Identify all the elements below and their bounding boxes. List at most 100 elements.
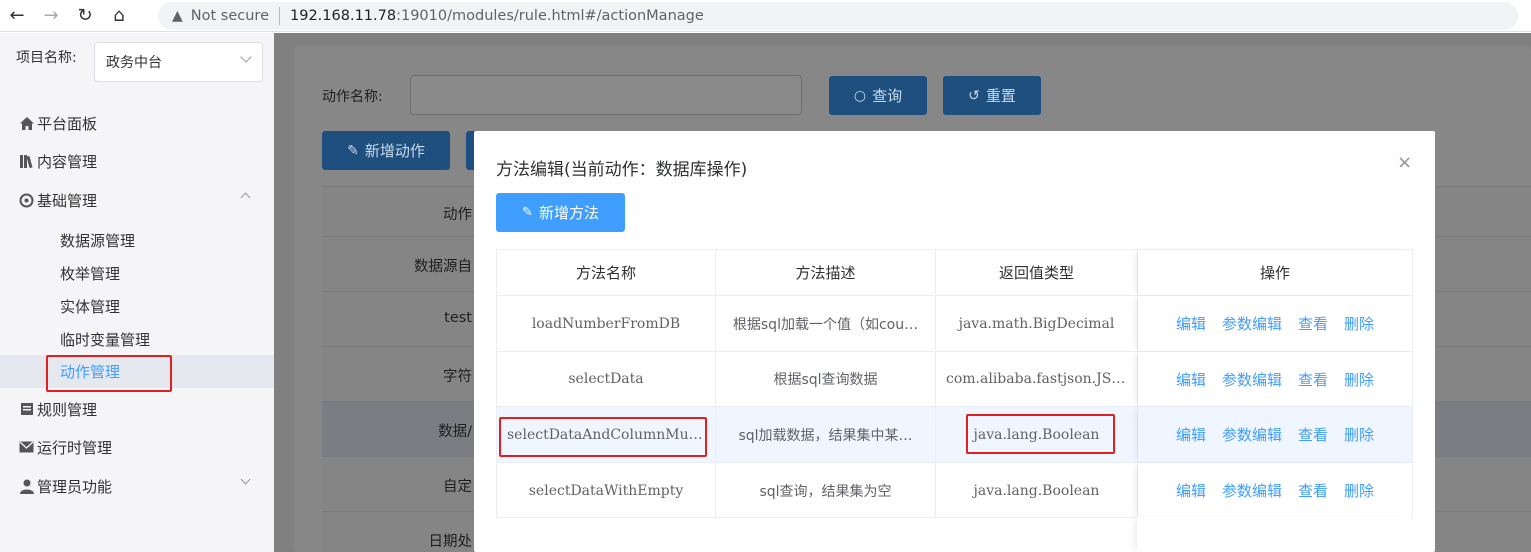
table-cell: 日期处 (428, 534, 473, 550)
header-return-type: 返回值类型 (936, 250, 1138, 295)
url-host: 192.168.11.78 (290, 7, 397, 24)
highlight-box-return-type (966, 414, 1115, 454)
table-cell: 自定 (443, 479, 472, 495)
action-name-input[interactable] (410, 75, 802, 115)
add-action-label: 新增动作 (364, 142, 425, 160)
param-edit-link[interactable]: 参数编辑 (1222, 313, 1282, 334)
sidebar-item-entity[interactable]: 实体管理 (0, 290, 274, 323)
mail-icon (18, 439, 35, 456)
operations-cell: 编辑 参数编辑 查看 删除 (1138, 296, 1412, 351)
browser-toolbar: ← → ↻ ⌂ ▲ Not secure 192.168.11.78 :1901… (0, 0, 1531, 32)
add-method-button[interactable]: ✎ 新增方法 (496, 193, 625, 232)
view-link[interactable]: 查看 (1298, 424, 1328, 445)
edit-icon: ✎ (347, 142, 359, 159)
method-table: 方法名称 方法描述 返回值类型 操作 loadNumberFromDB 根据sq… (496, 249, 1413, 518)
menu-dashboard[interactable]: 平台面板 (0, 104, 274, 142)
sub-label: 实体管理 (60, 298, 121, 316)
sidebar-item-datasource[interactable]: 数据源管理 (0, 224, 274, 257)
add-action-button[interactable]: ✎ 新增动作 (322, 131, 450, 170)
method-desc-cell: 根据sql查询数据 (716, 352, 936, 406)
search-button-label: 查询 (872, 87, 903, 105)
header-method-desc: 方法描述 (716, 250, 936, 295)
menu-runtime[interactable]: 运行时管理 (0, 428, 274, 466)
chevron-down-icon (240, 474, 251, 485)
return-type-cell: com.alibaba.fastjson.JSONA… (936, 352, 1138, 406)
method-desc-cell: sql加载数据，结果集中某… (716, 407, 936, 462)
menu-content[interactable]: 内容管理 (0, 142, 274, 180)
operations-cell: 编辑 参数编辑 查看 删除 (1138, 407, 1412, 462)
return-type-cell: java.lang.Boolean (936, 463, 1138, 518)
table-row: loadNumberFromDB 根据sql加载一个值（如cou… java.m… (497, 296, 1412, 352)
highlight-box-method-name (499, 417, 707, 457)
sidebar: 项目名称: 政务中台 平台面板 内容管理 基础管理 数据源管理 枚举管理 实体管… (0, 33, 274, 552)
param-edit-link[interactable]: 参数编辑 (1222, 369, 1282, 390)
menu-admin[interactable]: 管理员功能 (0, 467, 274, 505)
gear-icon (18, 192, 35, 209)
delete-link[interactable]: 删除 (1344, 424, 1374, 445)
table-cell: 字符 (443, 369, 472, 385)
forward-icon[interactable]: → (34, 0, 68, 32)
menu-label: 平台面板 (37, 114, 98, 133)
sub-label: 数据源管理 (60, 232, 136, 250)
action-name-label: 动作名称: (322, 89, 383, 105)
fixed-column-shadow (1137, 517, 1411, 552)
edit-link[interactable]: 编辑 (1176, 424, 1206, 445)
dialog-title: 方法编辑(当前动作：数据库操作) (496, 160, 748, 180)
home-icon[interactable]: ⌂ (102, 0, 136, 32)
method-desc-cell: 根据sql加载一个值（如cou… (716, 296, 936, 351)
header-operations: 操作 (1138, 250, 1412, 295)
edit-link[interactable]: 编辑 (1176, 480, 1206, 501)
books-icon (18, 153, 35, 170)
close-icon[interactable]: × (1397, 152, 1412, 173)
menu-label: 基础管理 (37, 191, 98, 210)
chevron-up-icon (240, 192, 251, 203)
delete-link[interactable]: 删除 (1344, 369, 1374, 390)
add-method-label: 新增方法 (538, 204, 599, 222)
table-header-cell: 动作 (443, 207, 472, 223)
param-edit-link[interactable]: 参数编辑 (1222, 424, 1282, 445)
table-row: selectDataWithEmpty sql查询，结果集为空 java.lan… (497, 463, 1412, 518)
sidebar-item-tempvar[interactable]: 临时变量管理 (0, 323, 274, 356)
reset-button[interactable]: ↺ 重置 (943, 76, 1041, 115)
url-separator (279, 6, 280, 25)
edit-link[interactable]: 编辑 (1176, 369, 1206, 390)
reload-icon[interactable]: ↻ (68, 0, 102, 32)
method-edit-dialog: 方法编辑(当前动作：数据库操作) × ✎ 新增方法 方法名称 方法描述 返回值类… (474, 131, 1435, 552)
method-name-cell: selectDataWithEmpty (497, 463, 716, 518)
view-link[interactable]: 查看 (1298, 369, 1328, 390)
table-cell: 数据源自 (414, 259, 472, 275)
menu-basic[interactable]: 基础管理 (0, 181, 274, 219)
menu-label: 运行时管理 (37, 438, 113, 457)
menu-label: 规则管理 (37, 400, 98, 419)
table-header-row: 方法名称 方法描述 返回值类型 操作 (497, 250, 1412, 296)
method-desc-cell: sql查询，结果集为空 (716, 463, 936, 518)
highlight-box-action-menu (46, 355, 172, 392)
user-icon (18, 478, 35, 495)
method-name-cell: selectData (497, 352, 716, 406)
chevron-down-icon (240, 51, 252, 63)
table-row: selectData 根据sql查询数据 com.alibaba.fastjso… (497, 352, 1412, 407)
param-edit-link[interactable]: 参数编辑 (1222, 480, 1282, 501)
delete-link[interactable]: 删除 (1344, 313, 1374, 334)
method-name-cell: loadNumberFromDB (497, 296, 716, 351)
delete-link[interactable]: 删除 (1344, 480, 1374, 501)
search-icon: ○ (853, 87, 867, 104)
operations-cell: 编辑 参数编辑 查看 删除 (1138, 463, 1412, 518)
view-link[interactable]: 查看 (1298, 313, 1328, 334)
list-icon (18, 401, 35, 418)
back-icon[interactable]: ← (0, 0, 34, 32)
project-selector-row: 项目名称: 政务中台 (16, 42, 263, 82)
view-link[interactable]: 查看 (1298, 480, 1328, 501)
search-button[interactable]: ○ 查询 (829, 76, 927, 115)
address-bar[interactable]: ▲ Not secure 192.168.11.78 :19010/module… (158, 1, 1518, 30)
menu-label: 内容管理 (37, 152, 98, 171)
project-label: 项目名称: (16, 50, 77, 66)
sub-label: 临时变量管理 (60, 331, 151, 349)
project-select[interactable]: 政务中台 (94, 42, 263, 82)
sidebar-item-enum[interactable]: 枚举管理 (0, 257, 274, 290)
reset-button-label: 重置 (985, 87, 1016, 105)
menu-rules[interactable]: 规则管理 (0, 390, 274, 428)
table-cell: test (444, 310, 472, 326)
edit-link[interactable]: 编辑 (1176, 313, 1206, 334)
home-icon (18, 115, 35, 132)
